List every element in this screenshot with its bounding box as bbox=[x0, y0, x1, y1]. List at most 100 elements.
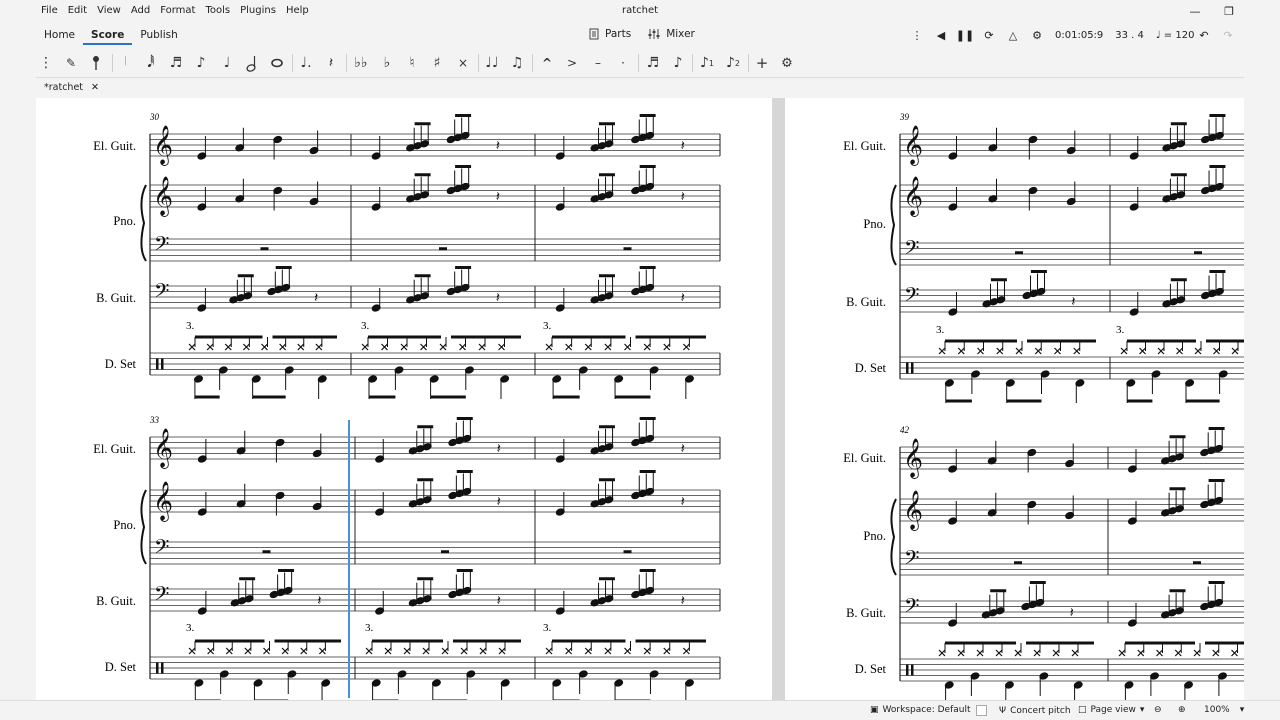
concert-pitch-label: Concert pitch bbox=[1010, 705, 1071, 716]
staff-label-piano[interactable]: Pno. bbox=[863, 217, 886, 231]
percussion-clef bbox=[161, 662, 164, 674]
undo-icon[interactable]: ↶ bbox=[1192, 26, 1216, 44]
tenuto-icon[interactable]: – bbox=[587, 53, 609, 73]
close-tab-icon[interactable]: ✕ bbox=[91, 82, 99, 93]
tab-publish[interactable]: Publish bbox=[132, 27, 185, 45]
sharp-icon[interactable]: ♯ bbox=[426, 53, 448, 73]
left-margin bbox=[0, 22, 36, 720]
tuplet-number: 3. bbox=[186, 320, 195, 332]
add-icon[interactable]: + bbox=[751, 53, 773, 73]
concert-pitch-checkbox[interactable] bbox=[976, 705, 987, 716]
staff-label-drum-set[interactable]: D. Set bbox=[855, 361, 887, 375]
menu-file[interactable]: File bbox=[36, 4, 63, 17]
redo-icon[interactable]: ↷ bbox=[1216, 26, 1240, 44]
rest: 𝄽 bbox=[681, 189, 685, 205]
accent-icon[interactable]: > bbox=[561, 53, 583, 73]
page-view-selector[interactable]: □ Page view ▾ bbox=[1078, 705, 1144, 715]
treble-clef: 𝄞 bbox=[903, 438, 923, 479]
rest: 𝄽 bbox=[681, 593, 685, 609]
augmentation-dot-icon[interactable]: ♩. bbox=[295, 53, 317, 73]
menu-help[interactable]: Help bbox=[281, 4, 314, 17]
playback-settings-icon[interactable]: ⚙ bbox=[1025, 26, 1049, 44]
menu-tools[interactable]: Tools bbox=[200, 4, 235, 17]
tie-icon[interactable]: ♩♩ bbox=[481, 53, 503, 73]
staff-label-el-guit[interactable]: El. Guit. bbox=[93, 139, 136, 153]
slur-icon[interactable]: ♫ bbox=[506, 53, 528, 73]
note-input-toolbar: ⋮ ✎ 𝅥 𝅘𝅥𝅲 ♬ ♪ ♩ ♩. 𝄽 ♭♭ ♭ ♮ ♯ × ♩♩ ♫ ^ > –… bbox=[0, 48, 1280, 78]
note-input-icon[interactable] bbox=[85, 53, 107, 73]
rewind-icon[interactable]: ◀ bbox=[929, 26, 953, 44]
grip-icon[interactable]: ⋮ bbox=[35, 53, 57, 73]
pen-icon[interactable]: ✎ bbox=[60, 53, 82, 73]
percussion-clef bbox=[906, 362, 909, 374]
staff-label-bass-guit[interactable]: B. Guit. bbox=[846, 295, 886, 309]
staff-label-drum-set[interactable]: D. Set bbox=[105, 660, 137, 674]
percussion-clef bbox=[906, 664, 909, 676]
natural-icon[interactable]: ♮ bbox=[401, 53, 423, 73]
minimize-icon[interactable]: — bbox=[1178, 0, 1212, 22]
playback-grip-icon[interactable]: ⋮ bbox=[905, 26, 929, 44]
tuplet-number: 3. bbox=[1116, 324, 1125, 336]
flip-icon[interactable]: ♪ bbox=[667, 53, 689, 73]
half-note-icon[interactable] bbox=[241, 53, 263, 73]
staff-label-bass-guit[interactable]: B. Guit. bbox=[96, 291, 136, 305]
zoom-selector[interactable]: 100% ▾ bbox=[1204, 705, 1244, 715]
rest: 𝄽 bbox=[681, 138, 685, 154]
menu-plugins[interactable]: Plugins bbox=[235, 4, 281, 17]
voice1-icon[interactable]: ♪ 1 bbox=[696, 53, 718, 73]
staff-label-drum-set[interactable]: D. Set bbox=[855, 662, 887, 676]
whole-note-icon[interactable] bbox=[266, 53, 288, 73]
bass-clef: 𝄢 bbox=[904, 594, 919, 622]
64th-note-icon[interactable]: 𝅥 bbox=[115, 53, 137, 73]
staff-label-piano[interactable]: Pno. bbox=[113, 518, 136, 532]
flat-icon[interactable]: ♭ bbox=[376, 53, 398, 73]
menu-add[interactable]: Add bbox=[126, 4, 155, 17]
rest-icon[interactable]: 𝄽 bbox=[320, 53, 342, 73]
metronome-icon[interactable]: △ bbox=[1001, 26, 1025, 44]
staccato-icon[interactable]: · bbox=[612, 53, 634, 73]
menu-view[interactable]: View bbox=[92, 4, 126, 17]
double-sharp-icon[interactable]: × bbox=[452, 53, 474, 73]
score-canvas[interactable]: 𝄞𝄞𝄢𝄢𝄽𝄽𝄽𝄽𝄽𝄽𝄽𝄞𝄞𝄢𝄢𝄽𝄽𝄽𝄽𝄽𝄽𝄽𝄞𝄞𝄢𝄢𝄽𝄽𝄽𝄽𝄞𝄞𝄢𝄢𝄽𝄽𝄽𝄽 3… bbox=[36, 98, 1244, 700]
menu-edit[interactable]: Edit bbox=[63, 4, 92, 17]
parts-button[interactable]: Parts bbox=[588, 28, 631, 40]
staff-label-piano[interactable]: Pno. bbox=[863, 529, 886, 543]
staff-label-el-guit[interactable]: El. Guit. bbox=[93, 442, 136, 456]
quarter-note-icon[interactable]: ♩ bbox=[216, 53, 238, 73]
chevron-down-icon: ▾ bbox=[1239, 705, 1245, 715]
document-tab[interactable]: *ratchet ✕ bbox=[36, 80, 107, 95]
staff-label-el-guit[interactable]: El. Guit. bbox=[843, 139, 886, 153]
toolbar-settings-icon[interactable]: ⚙ bbox=[776, 53, 798, 73]
concert-pitch-toggle[interactable]: Ψ Concert pitch bbox=[976, 705, 1071, 716]
playback-cursor bbox=[348, 420, 350, 698]
playback-controls: ⋮ ◀ ❚❚ ⟳ △ ⚙ 0:01:05:9 33 . 4 ♩ = 120 bbox=[905, 26, 1200, 44]
loop-icon[interactable]: ⟳ bbox=[977, 26, 1001, 44]
32nd-note-icon[interactable]: 𝅘𝅥𝅲 bbox=[140, 53, 162, 73]
voice2-icon[interactable]: ♪ 2 bbox=[722, 53, 744, 73]
whole-rest bbox=[623, 247, 632, 251]
tuplet-icon[interactable]: ♬ bbox=[642, 53, 664, 73]
rest: 𝄽 bbox=[496, 290, 500, 306]
percussion-clef bbox=[911, 362, 914, 374]
staff-label-drum-set[interactable]: D. Set bbox=[105, 357, 137, 371]
8th-note-icon[interactable]: ♪ bbox=[190, 53, 212, 73]
staff-label-piano[interactable]: Pno. bbox=[113, 214, 136, 228]
tab-home[interactable]: Home bbox=[36, 27, 83, 45]
staff-label-el-guit[interactable]: El. Guit. bbox=[843, 451, 886, 465]
mixer-button[interactable]: Mixer bbox=[647, 28, 695, 40]
zoom-in-icon[interactable]: ⊕ bbox=[1178, 705, 1186, 715]
menu-format[interactable]: Format bbox=[155, 4, 200, 17]
whole-rest bbox=[441, 550, 449, 554]
restore-icon[interactable]: ❐ bbox=[1212, 0, 1246, 22]
marcato-icon[interactable]: ^ bbox=[536, 53, 558, 73]
double-flat-icon[interactable]: ♭♭ bbox=[350, 53, 372, 73]
workspace-selector[interactable]: ▣ Workspace: Default bbox=[870, 705, 971, 715]
staff-label-bass-guit[interactable]: B. Guit. bbox=[846, 606, 886, 620]
page-left bbox=[36, 98, 772, 700]
zoom-out-icon[interactable]: ⊖ bbox=[1154, 705, 1162, 715]
16th-note-icon[interactable]: ♬ bbox=[165, 53, 187, 73]
score-svg: 𝄞𝄞𝄢𝄢𝄽𝄽𝄽𝄽𝄽𝄽𝄽𝄞𝄞𝄢𝄢𝄽𝄽𝄽𝄽𝄽𝄽𝄽𝄞𝄞𝄢𝄢𝄽𝄽𝄽𝄽𝄞𝄞𝄢𝄢𝄽𝄽𝄽𝄽 3… bbox=[36, 98, 1244, 700]
tab-score[interactable]: Score bbox=[83, 27, 133, 45]
play-icon[interactable]: ❚❚ bbox=[953, 26, 977, 44]
staff-label-bass-guit[interactable]: B. Guit. bbox=[96, 594, 136, 608]
